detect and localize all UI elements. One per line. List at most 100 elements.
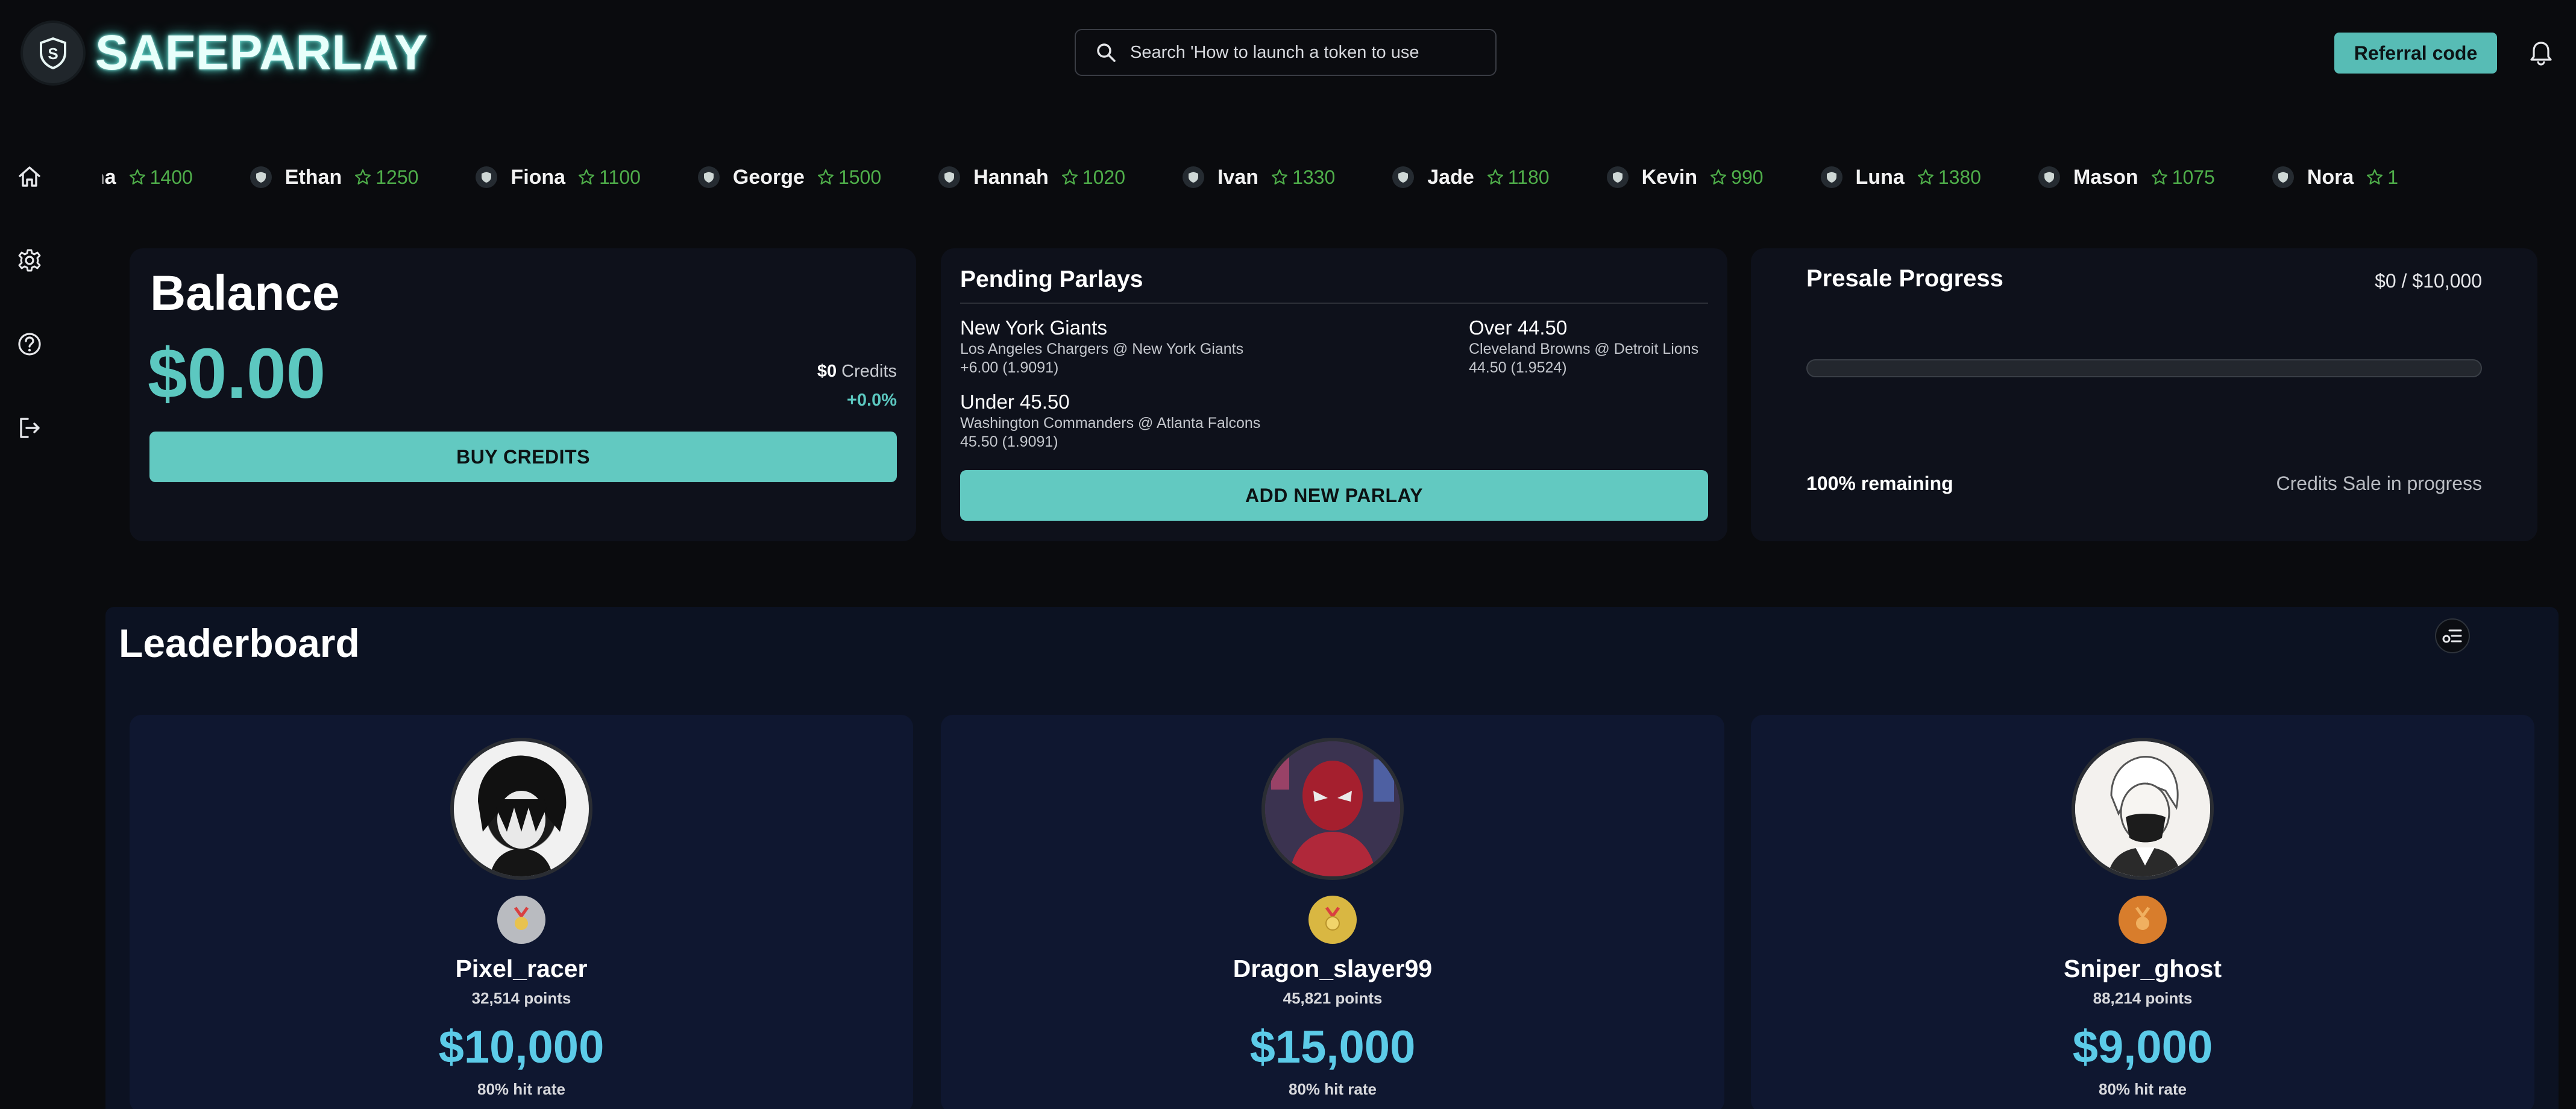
ticker-name: Mason: [2073, 165, 2138, 189]
ticker-score: 1: [2366, 166, 2398, 189]
presale-title: Presale Progress: [1806, 265, 2003, 292]
ticker-name: George: [732, 165, 805, 189]
parlay-item[interactable]: Over 44.50 Cleveland Browns @ Detroit Li…: [1469, 316, 1698, 377]
leaderboard-title: Leaderboard: [119, 621, 360, 665]
star-icon: [817, 169, 834, 185]
leaderboard-card[interactable]: Sniper_ghost 88,214 points $9,000 80% hi…: [1751, 715, 2534, 1109]
player-name: Dragon_slayer99: [1233, 955, 1433, 982]
star-icon: [1271, 169, 1288, 185]
player-points: 32,514 points: [471, 989, 571, 1007]
parlay-odds: 45.50 (1.9091): [960, 433, 1058, 450]
help-icon[interactable]: [17, 331, 42, 357]
logout-icon[interactable]: [17, 415, 42, 441]
silver-medal-icon: [497, 896, 545, 944]
app-page: S SAFEPARLAY Referral code: [0, 0, 2576, 1109]
ticker-name: Ivan: [1217, 165, 1259, 189]
credits-label: Credits: [841, 362, 897, 381]
star-icon: [129, 169, 145, 185]
balance-title: Balance: [150, 266, 340, 321]
logo[interactable]: S SAFEPARLAY: [23, 23, 428, 83]
ticker-item[interactable]: Diana 1400: [102, 166, 193, 189]
parlay-pick: Over 44.50: [1469, 316, 1568, 339]
search-input[interactable]: [1130, 42, 1468, 63]
ticker-item[interactable]: George 1500: [697, 165, 882, 189]
ticker-name: Hannah: [973, 165, 1049, 189]
shield-logo-icon: S: [23, 23, 83, 83]
ticker-item[interactable]: Fiona 1100: [476, 165, 641, 189]
ticker-item[interactable]: Mason 1075: [2038, 166, 2215, 189]
parlay-item[interactable]: New York Giants Los Angeles Chargers @ N…: [960, 316, 1243, 377]
ticker-name: Jade: [1427, 165, 1474, 189]
ticker-item[interactable]: Ethan 1250: [250, 165, 418, 189]
presale-card: Presale Progress $0 / $10,000 100% remai…: [1751, 248, 2537, 541]
parlay-odds: 44.50 (1.9524): [1469, 359, 1567, 376]
ticker-score: 1075: [2150, 166, 2215, 189]
star-icon: [1917, 169, 1934, 185]
gear-icon[interactable]: [17, 248, 42, 273]
search-box[interactable]: [1075, 29, 1497, 76]
parlay-game: Cleveland Browns @ Detroit Lions: [1469, 341, 1699, 357]
star-icon: [2151, 169, 2167, 185]
player-amount: $10,000: [438, 1022, 605, 1073]
ticker-score: 1020: [1061, 166, 1125, 189]
referral-code-button[interactable]: Referral code: [2334, 33, 2497, 74]
presale-remaining: 100% remaining: [1806, 473, 1953, 494]
home-icon[interactable]: [17, 164, 42, 189]
ticker-item[interactable]: Ivan 1330: [1183, 166, 1335, 189]
ticker-score-value: 1400: [149, 166, 193, 188]
buy-credits-button[interactable]: BUY CREDITS: [149, 432, 897, 482]
parlay-pick: New York Giants: [960, 316, 1107, 339]
ticker-item[interactable]: Kevin 990: [1606, 165, 1764, 189]
player-amount: $9,000: [2072, 1022, 2213, 1073]
ticker-item[interactable]: Jade 1180: [1392, 165, 1550, 189]
leaderboard-card[interactable]: Dragon_slayer99 45,821 points $15,000 80…: [941, 715, 1724, 1109]
player-points: 45,821 points: [1283, 989, 1383, 1007]
ticker-score-value: 1075: [2172, 166, 2215, 188]
filter-icon[interactable]: [2435, 618, 2470, 653]
ticker-item[interactable]: Luna 1380: [1820, 165, 1981, 189]
brand-name: SAFEPARLAY: [95, 25, 429, 80]
player-ticker: Diana 1400 Ethan 1250 Fiona 1100 George 1500 Han…: [102, 158, 2576, 196]
ticker-name: Fiona: [510, 165, 566, 189]
gold-medal-icon: [1308, 896, 1357, 944]
player-amount: $15,000: [1249, 1022, 1416, 1073]
ticker-score-value: 1250: [375, 166, 419, 188]
ticker-score: 1180: [1486, 166, 1550, 189]
ticker-score-value: 1380: [1938, 166, 1981, 188]
ticker-name: Luna: [1855, 165, 1905, 189]
bell-icon[interactable]: [2529, 40, 2553, 69]
ticker-name: Ethan: [284, 165, 342, 189]
parlay-game: Los Angeles Chargers @ New York Giants: [960, 341, 1244, 357]
parlay-pick: Under 45.50: [960, 391, 1070, 413]
ticker-item[interactable]: Hannah 1020: [938, 166, 1125, 189]
ticker-score-value: 1500: [838, 166, 882, 188]
ticker-name: Nora: [2307, 165, 2354, 189]
shield-badge-icon: [2272, 166, 2294, 188]
shield-badge-icon: [1183, 166, 1205, 188]
shield-badge-icon: [250, 166, 272, 188]
ticker-score: 1400: [128, 166, 193, 189]
ticker-score: 1250: [354, 166, 418, 189]
shield-badge-icon: [697, 166, 720, 188]
avatar: [2072, 738, 2214, 880]
ticker-score-value: 1100: [599, 166, 641, 188]
ticker-score: 1100: [577, 166, 641, 189]
player-points: 88,214 points: [2093, 989, 2193, 1007]
avatar: [1261, 738, 1404, 880]
credits-value: $0: [817, 362, 837, 381]
ticker-item[interactable]: Nora 1: [2272, 166, 2398, 189]
parlay-odds: +6.00 (1.9091): [960, 359, 1059, 376]
parlay-item[interactable]: Under 45.50 Washington Commanders @ Atla…: [960, 390, 1260, 451]
balance-change: +0.0%: [846, 391, 897, 410]
pending-parlays-card: Pending Parlays New York Giants Los Ange…: [941, 248, 1727, 541]
add-new-parlay-button[interactable]: ADD NEW PARLAY: [960, 470, 1708, 521]
ticker-score-value: 1180: [1507, 166, 1550, 188]
star-icon: [578, 169, 595, 185]
search-icon: [1097, 43, 1116, 62]
leaderboard-card[interactable]: Pixel_racer 32,514 points $10,000 80% hi…: [130, 715, 913, 1109]
parlays-title: Pending Parlays: [960, 266, 1143, 292]
ticker-track: Diana 1400 Ethan 1250 Fiona 1100 George 1500 Han…: [102, 158, 2455, 196]
player-hit-rate: 80% hit rate: [477, 1080, 565, 1098]
ticker-name: Kevin: [1641, 165, 1698, 189]
avatar: [450, 738, 592, 880]
